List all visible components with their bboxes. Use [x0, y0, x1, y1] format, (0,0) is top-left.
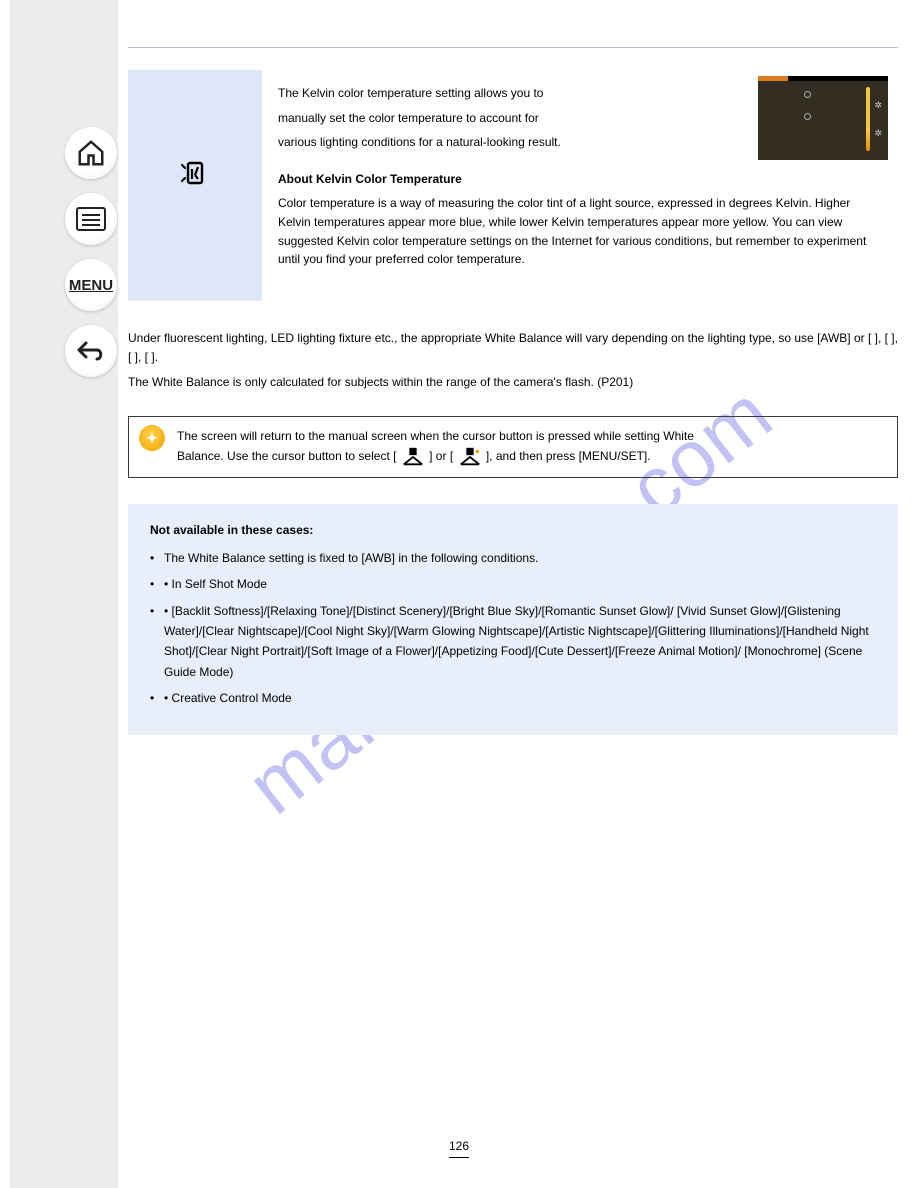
wb-set-icon — [402, 447, 424, 467]
not-available-heading: Not available in these cases: — [150, 520, 876, 540]
wb-set-icon-active — [459, 447, 481, 467]
mode-row-custom-multi: [Custom Multi] ✲ ✲ The Kelvin color temp… — [128, 70, 898, 305]
not-available-list: The White Balance setting is fixed to [A… — [150, 548, 876, 709]
page-number: 126 — [449, 1139, 469, 1158]
list-item: • In Self Shot Mode — [150, 574, 876, 594]
tip-box: ✦ The screen will return to the manual s… — [128, 416, 898, 477]
mode-thumbnail: ✲ ✲ — [758, 76, 888, 160]
body-paragraph: Under fluorescent lighting, LED lighting… — [128, 329, 898, 367]
list-item: • Creative Control Mode — [150, 688, 876, 708]
menu-label: MENU — [69, 277, 113, 294]
mode-footnote-heading: About Kelvin Color Temperature — [278, 170, 882, 189]
mode-footnote-body: Color temperature is a way of measuring … — [278, 194, 882, 268]
contents-icon — [76, 204, 106, 234]
home-icon — [76, 138, 106, 168]
lightbulb-icon: ✦ — [139, 425, 165, 451]
mode-body: ✲ ✲ The Kelvin color temperature setting… — [262, 70, 898, 301]
list-item: The White Balance setting is fixed to [A… — [150, 548, 876, 568]
list-item: • [Backlit Softness]/[Relaxing Tone]/[Di… — [150, 601, 876, 683]
sidebar: MENU — [10, 0, 118, 1188]
nav-back-button[interactable] — [65, 325, 117, 377]
mode-icon — [178, 160, 212, 192]
body-paragraph: The White Balance is only calculated for… — [128, 373, 898, 392]
back-icon — [76, 336, 106, 366]
mode-icon-cell: [Custom Multi] — [128, 70, 262, 301]
tip-line: Balance. Use the cursor button to select… — [177, 447, 883, 467]
nav-menu-button[interactable]: MENU — [65, 259, 117, 311]
not-available-box: Not available in these cases: The White … — [128, 504, 898, 735]
divider — [128, 47, 898, 48]
nav-home-button[interactable] — [65, 127, 117, 179]
tip-line: The screen will return to the manual scr… — [177, 427, 883, 446]
nav-contents-button[interactable] — [65, 193, 117, 245]
